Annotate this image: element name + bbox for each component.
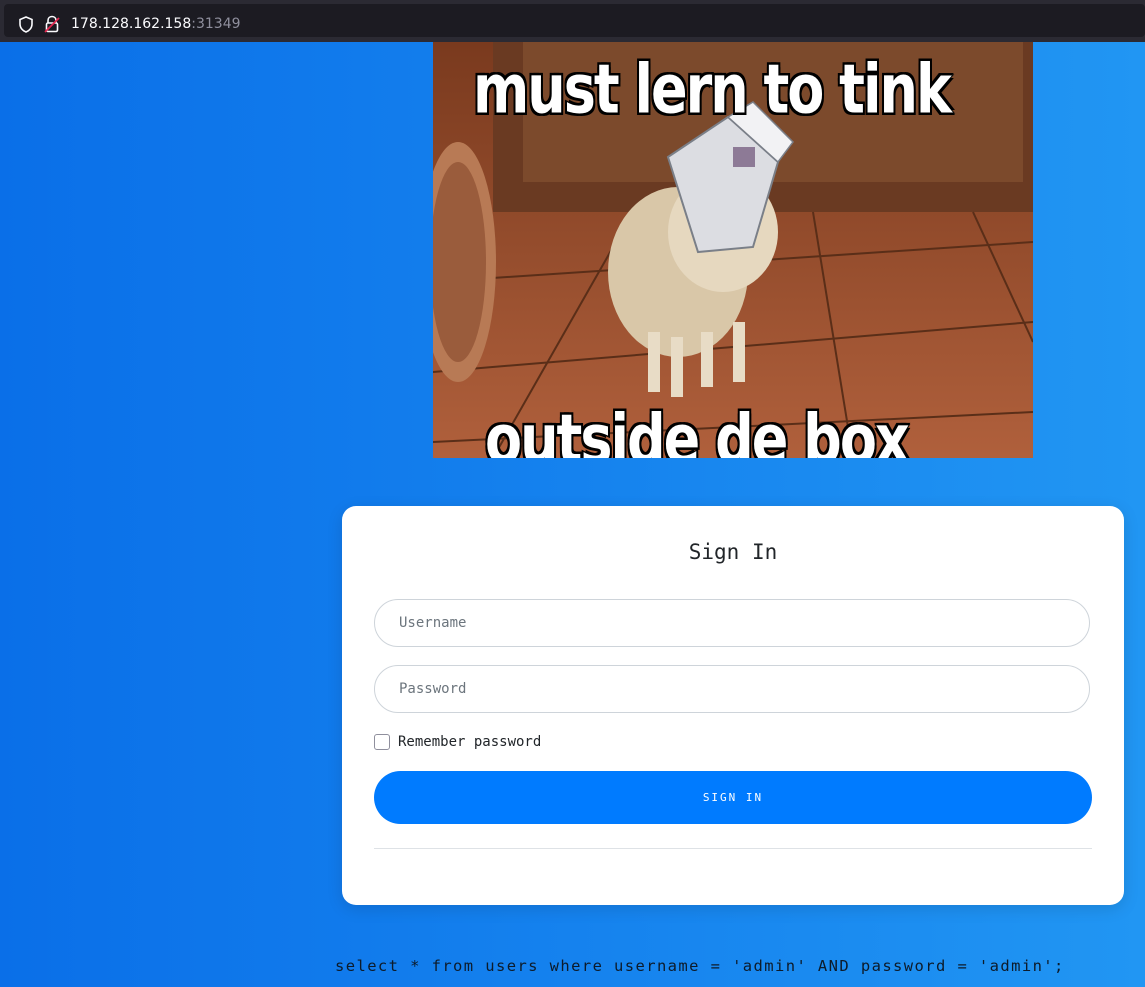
remember-password-label: Remember password [398,734,542,750]
url-bar[interactable]: 178.128.162.158:31349 [4,4,1145,37]
meme-top-caption: must lern to tink [472,49,953,130]
login-card: Sign In Remember password SIGN IN [342,506,1124,905]
password-input[interactable] [374,665,1090,713]
sign-in-button[interactable]: SIGN IN [374,771,1092,824]
remember-password-option[interactable]: Remember password [374,734,541,750]
shield-icon[interactable] [18,16,34,38]
browser-toolbar: 178.128.162.158:31349 [0,0,1145,42]
meme-bottom-caption: outside de box [484,399,911,458]
remember-password-checkbox[interactable] [374,734,390,750]
login-title: Sign In [688,540,778,564]
lock-warning-icon[interactable] [44,15,60,38]
sql-query-text: select * from users where username = 'ad… [335,957,1065,975]
divider [374,848,1092,849]
url-text[interactable]: 178.128.162.158:31349 [71,16,241,32]
meme-image: must lern to tink outside de box [433,42,1033,458]
username-input[interactable] [374,599,1090,647]
